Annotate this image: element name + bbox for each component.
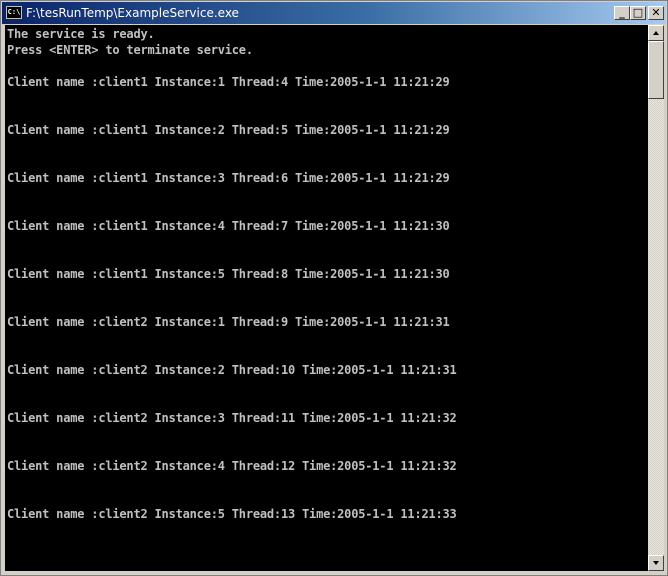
console-line: Client name :client1 Instance:3 Thread:6… (7, 171, 450, 185)
scrollbar-thumb[interactable] (648, 41, 664, 99)
console-line: Client name :client2 Instance:4 Thread:1… (7, 459, 457, 473)
console-line: Client name :client1 Instance:2 Thread:5… (7, 123, 450, 137)
console-output[interactable]: The service is ready. Press <ENTER> to t… (5, 25, 648, 571)
vertical-scrollbar[interactable] (648, 25, 664, 571)
console-window: C:\ F:\tesRunTemp\ExampleService.exe _ □… (0, 0, 668, 576)
arrow-up-icon (653, 31, 659, 35)
console-line: Client name :client1 Instance:5 Thread:8… (7, 267, 450, 281)
close-button[interactable]: ✕ (648, 6, 664, 20)
console-line: The service is ready. (7, 27, 155, 41)
title-bar[interactable]: C:\ F:\tesRunTemp\ExampleService.exe _ □… (2, 2, 666, 24)
maximize-button[interactable]: □ (630, 6, 646, 20)
arrow-down-icon (653, 561, 659, 565)
console-line: Client name :client1 Instance:4 Thread:7… (7, 219, 450, 233)
console-line: Press <ENTER> to terminate service. (7, 43, 253, 57)
minimize-button[interactable]: _ (614, 6, 630, 20)
console-line: Client name :client2 Instance:1 Thread:9… (7, 315, 450, 329)
console-icon[interactable]: C:\ (6, 6, 22, 19)
scroll-down-button[interactable] (648, 555, 664, 571)
console-line: Client name :client2 Instance:3 Thread:1… (7, 411, 457, 425)
scroll-up-button[interactable] (648, 25, 664, 41)
console-line: Client name :client2 Instance:2 Thread:1… (7, 363, 457, 377)
console-line: Client name :client2 Instance:5 Thread:1… (7, 507, 457, 521)
console-line: Client name :client1 Instance:1 Thread:4… (7, 75, 450, 89)
window-title: F:\tesRunTemp\ExampleService.exe (26, 6, 239, 20)
